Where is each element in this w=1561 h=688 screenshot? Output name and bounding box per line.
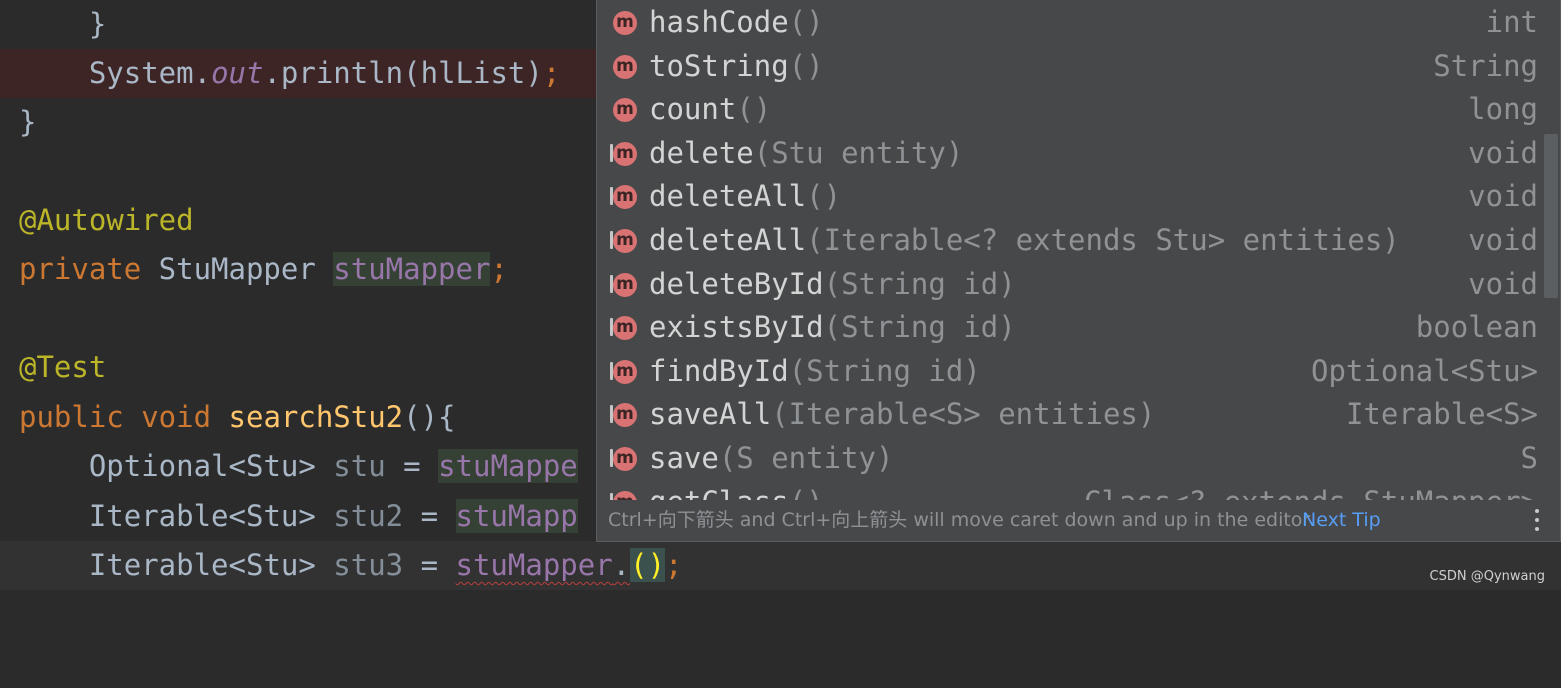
completion-item[interactable]: m hashCode() int — [597, 1, 1542, 45]
method-params-text: (String id) — [823, 310, 1016, 345]
method-params-text: (Stu entity) — [753, 135, 964, 170]
completion-item-name: save(S entity) — [649, 437, 893, 481]
method-icon: m — [610, 272, 637, 297]
completion-item-name: hashCode() — [649, 1, 824, 45]
test-annotation: @Test — [19, 350, 107, 384]
method-icon: m — [610, 185, 637, 210]
method-name-text: save — [649, 441, 719, 475]
method-name-text: existsById — [649, 310, 824, 345]
watermark: CSDN @Qynwang — [1429, 569, 1545, 584]
completion-item[interactable]: m toString() String — [597, 45, 1542, 89]
method-icon: m — [613, 11, 637, 35]
method-name-text: deleteAll — [649, 179, 807, 214]
error-field-ref: stuMapper — [455, 548, 613, 582]
method-icon: m — [610, 490, 637, 500]
tip-bar: Ctrl+向下箭头 and Ctrl+向上箭头 will move caret … — [597, 500, 1560, 541]
more-options-icon[interactable] — [1534, 509, 1540, 533]
completion-item-name: deleteById(String id) — [649, 263, 1016, 307]
method-name-text: deleteAll — [649, 223, 807, 257]
method-icon: m — [610, 403, 637, 428]
completion-item-name: saveAll(Iterable<S> entities) — [649, 393, 1155, 437]
method-name-text: hashCode — [649, 5, 789, 39]
method-params-text: (S entity) — [718, 441, 894, 475]
method-name: searchStu2 — [228, 400, 404, 434]
method-params-text: (String id) — [788, 353, 981, 388]
method-name-text: count — [649, 92, 737, 127]
method-params-text: () — [788, 48, 824, 83]
completion-list[interactable]: m hashCode() int m toString() String m count() l… — [597, 0, 1560, 500]
method-name-text: toString — [649, 48, 789, 83]
return-type: Optional<Stu> — [1311, 353, 1538, 388]
method-name-text: findById — [649, 353, 789, 388]
completion-item[interactable]: m deleteById(String id) void — [597, 263, 1542, 307]
method-icon: m — [613, 98, 637, 123]
return-type: int — [1485, 5, 1538, 39]
return-type: S — [1520, 441, 1538, 475]
completion-item-name: deleteAll() — [649, 175, 841, 219]
code-line-12[interactable]: Iterable<Stu> stu3 = stuMapper.(); — [0, 541, 1561, 590]
private-keyword: private — [19, 252, 142, 286]
completion-item[interactable]: m save(S entity) S — [597, 437, 1542, 481]
method-params-text: (Iterable<S> entities) — [771, 397, 1156, 432]
method-params-text: () — [789, 485, 824, 500]
return-type: boolean — [1415, 310, 1538, 345]
return-type: void — [1468, 135, 1538, 170]
completion-item-name: existsById(String id) — [649, 306, 1016, 350]
return-type: void — [1468, 179, 1538, 214]
method-params-text: () — [736, 92, 772, 127]
code-text: } — [19, 7, 107, 41]
method-params-text: () — [788, 5, 824, 39]
method-name-text: deleteById — [649, 266, 824, 301]
method-icon: m — [610, 359, 637, 384]
stumapper-field: stuMapper — [333, 252, 491, 286]
completion-item[interactable]: m findById(String id) Optional<Stu> — [597, 350, 1542, 394]
return-type: String — [1433, 48, 1538, 83]
method-params-text: (Iterable<? extends Stu> entities) — [806, 223, 1400, 257]
return-type: Class<? extends StuMapper> — [1084, 481, 1538, 500]
method-name-text: delete — [649, 135, 754, 170]
return-type: long — [1468, 92, 1538, 127]
completion-item[interactable]: m count() long — [597, 88, 1542, 132]
method-icon: m — [610, 447, 637, 471]
method-icon: m — [610, 229, 637, 253]
method-icon: m — [613, 54, 637, 79]
method-params-text: (String id) — [823, 266, 1016, 301]
completion-scrollbar[interactable] — [1544, 134, 1558, 298]
completion-item-name: delete(Stu entity) — [649, 132, 963, 176]
completion-item-name: toString() — [649, 45, 824, 89]
return-type: void — [1468, 266, 1538, 301]
method-params-text: () — [806, 179, 842, 214]
completion-item[interactable]: m deleteAll() void — [597, 175, 1542, 219]
completion-item[interactable]: m getClass() Class<? extends StuMapper> — [597, 481, 1542, 500]
method-icon: m — [610, 316, 637, 341]
out-field: out — [211, 56, 264, 90]
completion-item[interactable]: m delete(Stu entity) void — [597, 132, 1542, 176]
completion-popup[interactable]: m hashCode() int m toString() String m count() l… — [596, 0, 1561, 542]
completion-item-name: findById(String id) — [649, 350, 981, 394]
return-type: void — [1468, 223, 1538, 257]
system-class: System — [88, 56, 194, 90]
caret-parens: () — [630, 548, 666, 582]
completion-item[interactable]: m existsById(String id) boolean — [597, 306, 1542, 350]
completion-item[interactable]: m saveAll(Iterable<S> entities) Iterable<S… — [597, 393, 1542, 437]
completion-item-name: count() — [649, 88, 771, 132]
next-tip-link[interactable]: Next Tip — [1302, 500, 1381, 541]
completion-item-name: getClass() — [649, 481, 824, 500]
method-icon: m — [610, 141, 637, 166]
autowired-annotation: @Autowired — [19, 203, 194, 237]
completion-item-name: deleteAll(Iterable<? extends Stu> entiti… — [649, 219, 1400, 263]
tip-text: Ctrl+向下箭头 and Ctrl+向上箭头 will move caret … — [608, 509, 1311, 531]
method-name-text: getClass — [649, 485, 789, 500]
completion-item[interactable]: m deleteAll(Iterable<? extends Stu> entit… — [597, 219, 1542, 263]
return-type: Iterable<S> — [1345, 397, 1538, 432]
method-name-text: saveAll — [649, 397, 772, 432]
